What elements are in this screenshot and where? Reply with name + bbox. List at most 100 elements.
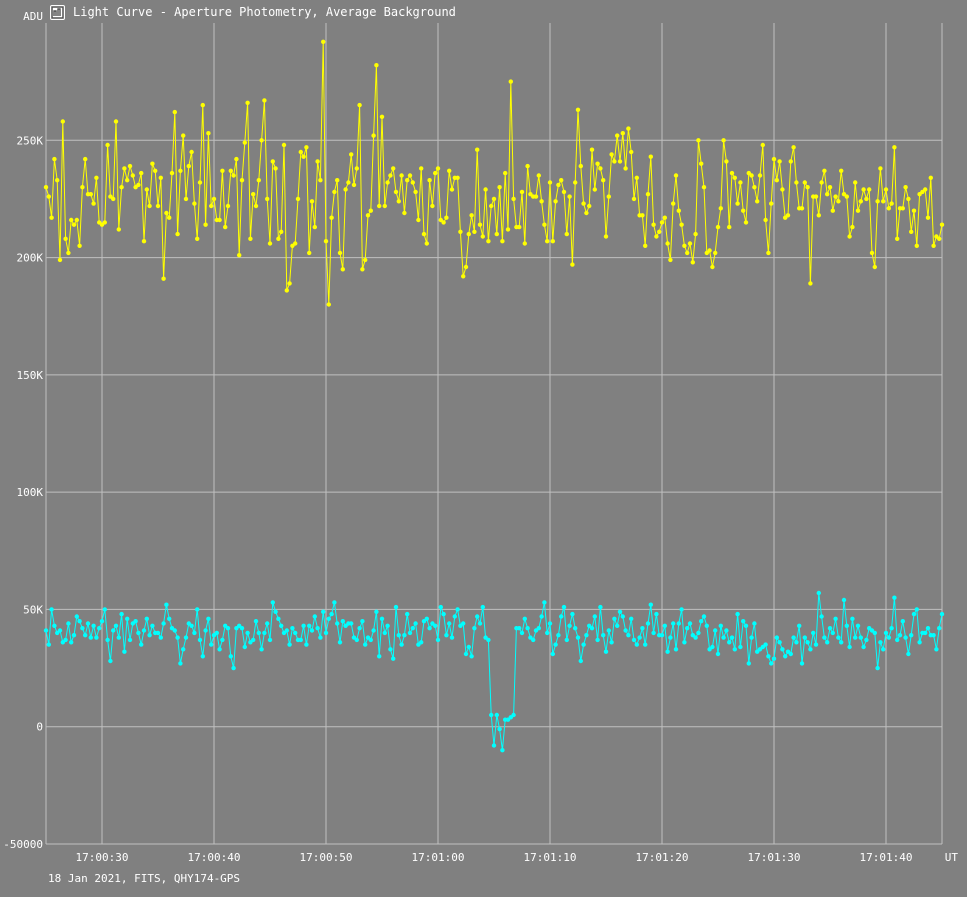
data-point xyxy=(497,726,502,732)
data-point xyxy=(427,178,432,183)
data-point xyxy=(939,222,945,227)
data-point xyxy=(931,243,936,248)
data-point xyxy=(746,661,751,666)
y-tick-label: 200K xyxy=(17,252,44,265)
data-point xyxy=(662,623,667,628)
data-point xyxy=(379,616,385,621)
data-point xyxy=(727,640,732,645)
data-point xyxy=(360,267,365,272)
data-point xyxy=(609,152,614,157)
data-point xyxy=(94,635,99,640)
data-point xyxy=(167,215,172,220)
data-point xyxy=(839,168,844,173)
data-point xyxy=(245,100,250,106)
data-point xyxy=(503,170,508,176)
data-point xyxy=(615,133,620,138)
data-point xyxy=(827,185,833,190)
data-point xyxy=(405,611,410,617)
data-point xyxy=(377,203,382,209)
data-point xyxy=(181,647,186,652)
light-curve-chart[interactable]: 250K 200K 150K 100K 50K 0 -50000 17:00:30 17:00:… xyxy=(0,0,967,897)
data-point xyxy=(850,224,855,230)
data-point xyxy=(581,201,586,206)
data-point xyxy=(662,215,667,220)
data-point xyxy=(293,241,298,246)
data-point xyxy=(433,623,438,628)
data-point xyxy=(805,185,810,190)
data-point xyxy=(794,180,799,185)
data-point xyxy=(77,243,82,248)
data-point xyxy=(410,626,415,631)
data-point xyxy=(195,607,200,612)
data-point xyxy=(822,635,827,640)
data-point xyxy=(550,239,555,244)
data-point xyxy=(265,196,270,202)
y-tick-label: 150K xyxy=(17,369,44,382)
data-point xyxy=(122,649,127,654)
data-point xyxy=(80,185,85,190)
data-point xyxy=(102,607,108,612)
data-point xyxy=(542,222,547,227)
data-point xyxy=(287,642,292,647)
data-point xyxy=(928,175,933,180)
data-point xyxy=(872,630,877,636)
data-point xyxy=(878,640,883,645)
data-point xyxy=(760,142,765,148)
data-point xyxy=(136,630,141,636)
data-point xyxy=(925,626,931,631)
data-point xyxy=(777,640,782,645)
data-point xyxy=(486,637,491,643)
data-point xyxy=(729,170,735,176)
data-point xyxy=(279,623,284,628)
data-point xyxy=(181,133,186,138)
data-point xyxy=(743,623,749,628)
y-tick-label: 0 xyxy=(36,721,43,734)
data-point xyxy=(452,614,457,619)
data-point xyxy=(889,626,894,631)
data-point xyxy=(321,39,326,44)
data-point xyxy=(326,302,331,307)
data-point xyxy=(150,161,155,166)
data-point xyxy=(351,182,357,188)
data-point xyxy=(99,619,105,624)
x-tick-label: 17:00:40 xyxy=(188,851,241,864)
data-point xyxy=(388,173,393,178)
data-point xyxy=(732,175,737,180)
data-point xyxy=(144,616,149,621)
data-point xyxy=(805,640,810,645)
data-point xyxy=(433,170,438,176)
data-point xyxy=(141,628,147,633)
data-point xyxy=(567,194,572,199)
data-point xyxy=(105,637,110,643)
data-point xyxy=(601,633,606,638)
data-point xyxy=(813,194,819,199)
data-point xyxy=(371,133,376,138)
data-point xyxy=(617,159,623,164)
data-point xyxy=(491,743,497,748)
data-point xyxy=(911,611,917,617)
y-tick-label: 100K xyxy=(17,486,44,499)
data-point xyxy=(511,712,516,718)
data-point xyxy=(494,231,499,237)
data-point xyxy=(116,635,122,640)
data-point xyxy=(651,222,656,227)
data-point xyxy=(777,159,782,164)
data-point xyxy=(340,619,345,624)
x-tick-label: 17:01:30 xyxy=(748,851,801,864)
data-point xyxy=(570,611,575,617)
x-tick-label: 17:00:50 xyxy=(300,851,353,864)
data-point xyxy=(461,274,466,279)
data-point xyxy=(769,661,774,666)
data-point xyxy=(139,642,144,647)
data-point xyxy=(153,168,158,173)
data-point xyxy=(94,175,99,180)
x-tick-label: 17:01:00 xyxy=(412,851,465,864)
data-point xyxy=(57,628,63,633)
data-point xyxy=(909,229,914,234)
data-point xyxy=(245,630,250,636)
data-point xyxy=(357,626,362,631)
data-point xyxy=(886,206,891,211)
data-point xyxy=(231,173,236,178)
data-point xyxy=(937,626,942,631)
x-tick-label: 17:01:40 xyxy=(860,851,913,864)
